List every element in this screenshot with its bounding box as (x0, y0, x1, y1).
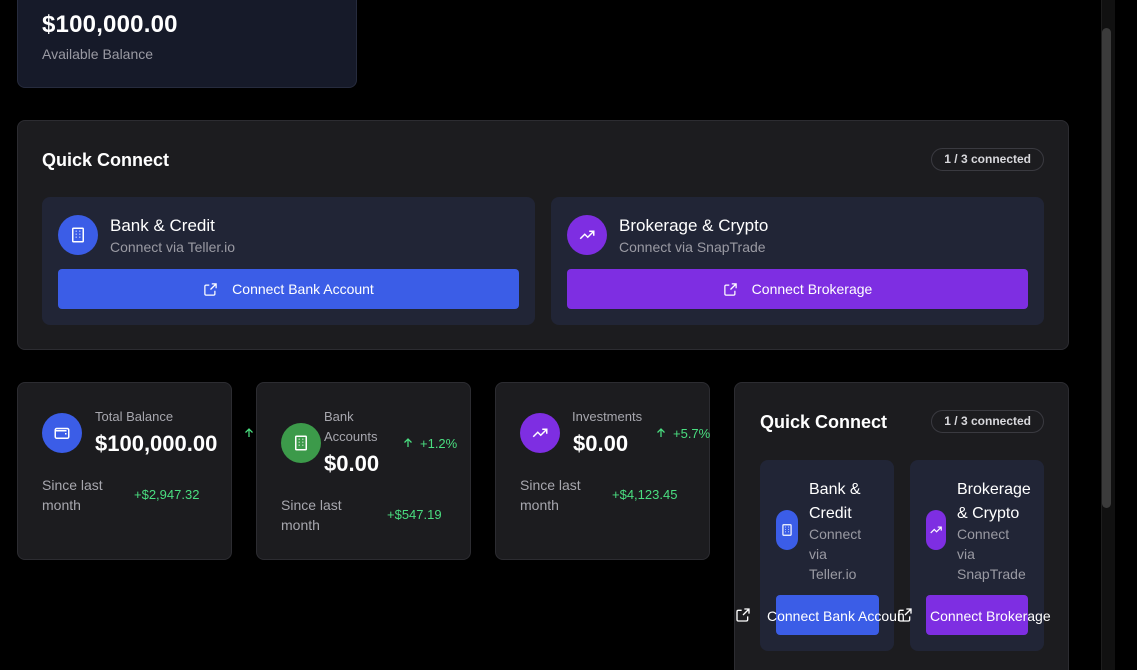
building-icon (58, 215, 98, 255)
bank-title: Bank & Credit (110, 216, 215, 235)
bank-connect-panel: Bank & Credit Connect via Teller.io Conn… (42, 197, 535, 325)
stat-delta: +$2,947.32 (134, 487, 200, 502)
stat-value: $100,000.00 (95, 431, 218, 456)
external-link-icon (723, 282, 737, 296)
stat-label: Total Balance (95, 409, 174, 424)
bank-title: Bank & Credit (809, 481, 861, 522)
quick-connect-title: Quick Connect (760, 412, 888, 432)
balance-label: Available Balance (42, 46, 154, 62)
trending-up-icon (520, 413, 560, 453)
total-balance-card: Total Balance $100,000.00 Since last mon… (17, 382, 253, 560)
stat-label: Bank Accounts (324, 409, 378, 444)
brokerage-connect-panel: Brokerage & Crypto Connect via SnapTrade… (551, 197, 1044, 325)
stat-label: Investments (572, 409, 643, 424)
scrollbar-thumb[interactable] (1102, 28, 1111, 508)
wallet-icon (42, 413, 82, 453)
since-label: Since last month (520, 477, 581, 513)
connected-badge: 1 / 3 connected (931, 410, 1044, 433)
investments-card: Investments $0.00 +5.7% Since last month… (495, 382, 710, 560)
connect-brokerage-button[interactable]: Connect Brokerage (567, 269, 1028, 309)
bank-accounts-card: Bank Accounts $0.00 +1.2% Since last mon… (256, 382, 471, 560)
bank-subtitle: Connect via Teller.io (110, 239, 236, 255)
balance-amount: $100,000.00 (42, 11, 178, 38)
external-link-icon (736, 608, 750, 622)
trending-up-icon (567, 215, 607, 255)
arrow-up-icon (245, 428, 253, 437)
since-label: Since last month (42, 477, 103, 513)
brokerage-title: Brokerage & Crypto (957, 481, 1031, 522)
arrow-up-icon (657, 428, 665, 437)
quick-connect-card: Quick Connect 1 / 3 connected Bank & Cre… (17, 120, 1069, 350)
external-link-icon (898, 608, 912, 622)
stat-value: $0.00 (573, 431, 629, 456)
building-icon (776, 510, 798, 550)
connect-bank-label: Connect Bank Account (232, 281, 374, 297)
stat-delta: +$547.19 (387, 507, 442, 522)
quick-connect-compact-card: Quick Connect 1 / 3 connected Bank & Cre… (734, 382, 1069, 670)
stat-value: $0.00 (324, 451, 380, 476)
brokerage-title: Brokerage & Crypto (619, 216, 769, 235)
brokerage-subtitle: Connect via SnapTrade (957, 526, 1026, 582)
brokerage-subtitle: Connect via SnapTrade (619, 239, 766, 255)
balance-card: $100,000.00 Available Balance (17, 0, 357, 88)
building-icon (281, 423, 321, 463)
connect-bank-label[interactable]: Connect Bank Account (767, 608, 905, 624)
connect-brokerage-label[interactable]: Connect Brokerage (930, 608, 1051, 624)
connected-badge: 1 / 3 connected (931, 148, 1044, 171)
since-label: Since last month (281, 497, 342, 533)
trending-up-icon (926, 510, 946, 550)
bank-subtitle: Connect via Teller.io (809, 526, 862, 582)
arrow-up-icon (404, 438, 412, 447)
stat-change: +5.7% (673, 426, 711, 441)
external-link-icon (204, 282, 217, 296)
stat-change: +1.2% (420, 436, 458, 451)
connect-bank-button[interactable]: Connect Bank Account (58, 269, 519, 309)
stat-delta: +$4,123.45 (612, 487, 678, 502)
quick-connect-title: Quick Connect (42, 150, 170, 170)
connect-brokerage-label: Connect Brokerage (751, 281, 873, 297)
